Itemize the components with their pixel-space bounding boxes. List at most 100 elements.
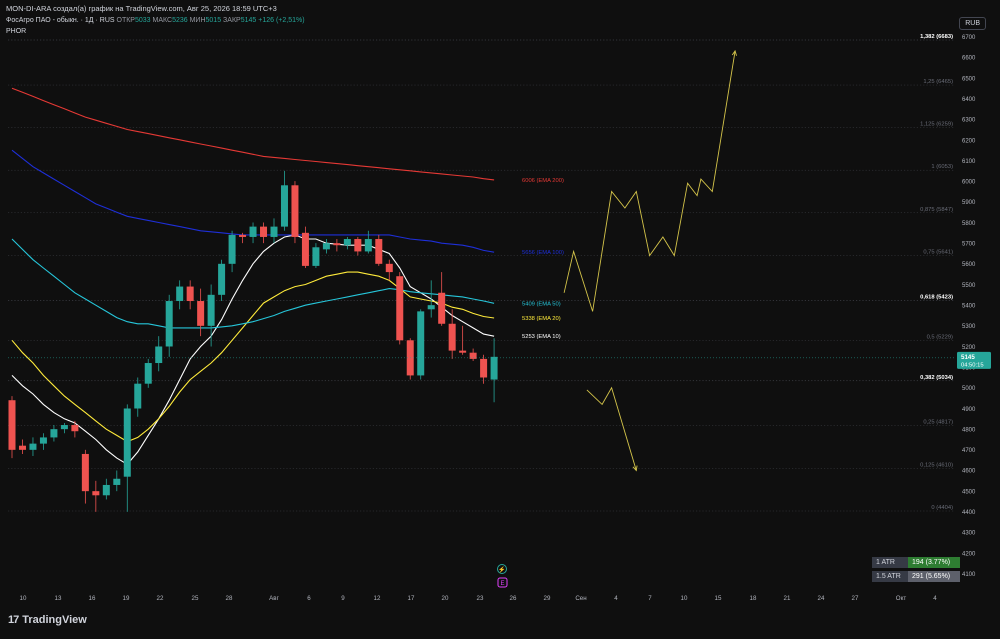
price-tick: 6400 bbox=[962, 97, 976, 103]
ema-label: 5253 (EMA 10) bbox=[522, 334, 561, 340]
time-tick: 9 bbox=[341, 595, 345, 602]
candle-body bbox=[218, 263, 226, 295]
price-tick: 4300 bbox=[962, 531, 976, 537]
time-tick: 27 bbox=[852, 595, 859, 602]
time-tick: 6 bbox=[307, 595, 311, 602]
fib-level-label: 0,5 (5229) bbox=[927, 334, 953, 340]
candle-body bbox=[102, 484, 110, 496]
price-tick: 4800 bbox=[962, 427, 976, 433]
candle-body bbox=[29, 443, 37, 450]
high-label: МАКС bbox=[152, 17, 173, 24]
low-label: МИН bbox=[189, 17, 206, 24]
candle-body bbox=[490, 356, 498, 380]
candle-body bbox=[50, 429, 58, 438]
candle-body bbox=[71, 425, 79, 432]
svg-text:⚡: ⚡ bbox=[498, 566, 505, 574]
fib-level-label: 0,75 (5641) bbox=[923, 249, 953, 255]
candle-body bbox=[333, 243, 341, 246]
time-tick: 24 bbox=[818, 595, 825, 602]
price-tick: 6200 bbox=[962, 138, 976, 144]
price-tick: 6500 bbox=[962, 76, 976, 82]
candle-body bbox=[396, 276, 404, 341]
price-tick: 4200 bbox=[962, 551, 976, 557]
time-tick: 4 bbox=[614, 595, 618, 602]
low-value: 5015 bbox=[205, 17, 222, 24]
price-tick: 5500 bbox=[962, 283, 976, 289]
fib-level-label: 0,25 (4817) bbox=[923, 420, 953, 426]
candle-body bbox=[176, 286, 184, 302]
price-tick: 6600 bbox=[962, 56, 976, 62]
price-tick: 4700 bbox=[962, 448, 976, 454]
candle-body bbox=[60, 425, 68, 430]
time-tick: 23 bbox=[477, 595, 484, 602]
ema-label: 6006 (EMA 200) bbox=[522, 178, 564, 184]
time-tick: 4 bbox=[933, 595, 937, 602]
candle-body bbox=[239, 234, 247, 237]
symbol-name[interactable]: ФосАгро ПАО - обыкн. · 1Д · RUS bbox=[6, 17, 115, 24]
time-tick: 20 bbox=[442, 595, 449, 602]
price-chart[interactable]: 0 (4404) 0,125 (4610) 0,25 (4817) 0,382 (50… bbox=[0, 0, 1000, 639]
price-tick: 6700 bbox=[962, 35, 976, 41]
candle-body bbox=[8, 400, 16, 450]
fib-level-label: 1,25 (6465) bbox=[923, 79, 953, 85]
candle-body bbox=[18, 445, 26, 450]
price-tick: 4100 bbox=[962, 572, 976, 578]
candle-body bbox=[417, 311, 425, 376]
time-tick: 7 bbox=[648, 595, 652, 602]
atr-value: 291 (5.65%) bbox=[908, 571, 960, 582]
close-label: ЗАКР bbox=[223, 17, 241, 24]
fib-level-label: 1,125 (6259) bbox=[920, 122, 953, 128]
candle-body bbox=[165, 301, 173, 347]
price-tick: 5200 bbox=[962, 345, 976, 351]
candle-body bbox=[354, 239, 362, 252]
candle-body bbox=[270, 226, 278, 237]
last-price-value: 5145 bbox=[961, 354, 975, 361]
candle-body bbox=[375, 239, 383, 264]
time-tick: 25 bbox=[192, 595, 199, 602]
ema-label: 5338 (EMA 20) bbox=[522, 316, 561, 322]
candle-body bbox=[280, 185, 288, 227]
candle-body bbox=[343, 239, 351, 246]
price-tick: 5400 bbox=[962, 304, 976, 310]
time-tick: 10 bbox=[681, 595, 688, 602]
fib-level-label: 0 (4404) bbox=[931, 505, 953, 511]
candle-body bbox=[448, 323, 456, 351]
symbol-info: ФосАгро ПАО - обыкн. · 1Д · RUS ОТКР5033… bbox=[6, 17, 305, 24]
candle-body bbox=[480, 358, 488, 378]
open-value: 5033 bbox=[134, 17, 151, 24]
atr-value: 194 (3.77%) bbox=[908, 557, 960, 568]
price-tick: 4600 bbox=[962, 469, 976, 475]
fib-level-label: 0,875 (5847) bbox=[920, 207, 953, 213]
price-tick: 5000 bbox=[962, 386, 976, 392]
time-tick: 10 bbox=[20, 595, 27, 602]
price-tick: 4500 bbox=[962, 489, 976, 495]
candle-body bbox=[249, 226, 257, 237]
candle-body bbox=[438, 292, 446, 324]
candle-body bbox=[81, 453, 89, 492]
candle-body bbox=[144, 363, 152, 384]
time-tick: Авг bbox=[269, 595, 279, 602]
candle-body bbox=[207, 294, 215, 326]
tradingview-logo[interactable]: 17 TradingView bbox=[8, 614, 87, 626]
close-value: 5145 bbox=[240, 17, 257, 24]
time-tick: 26 bbox=[510, 595, 517, 602]
candle-body bbox=[134, 383, 142, 409]
currency-button[interactable]: RUB bbox=[959, 17, 986, 30]
candle-body bbox=[155, 346, 163, 364]
atr-label: 1.5 ATR bbox=[872, 571, 908, 582]
price-tick: 6300 bbox=[962, 118, 976, 124]
time-tick: 12 bbox=[374, 595, 381, 602]
candle-body bbox=[186, 286, 194, 302]
svg-text:E: E bbox=[500, 581, 504, 587]
time-tick: 29 bbox=[544, 595, 551, 602]
candle-body bbox=[364, 239, 372, 252]
brand-name: TradingView bbox=[22, 614, 87, 626]
price-tick: 5900 bbox=[962, 200, 976, 206]
price-tick: 5700 bbox=[962, 242, 976, 248]
candle-body bbox=[197, 301, 205, 326]
ticker: PHOR bbox=[6, 28, 27, 35]
price-tick: 5300 bbox=[962, 324, 976, 330]
open-label: ОТКР bbox=[116, 17, 135, 24]
fib-level-label: 0,125 (4610) bbox=[920, 462, 953, 468]
time-tick: Окт bbox=[896, 595, 907, 602]
